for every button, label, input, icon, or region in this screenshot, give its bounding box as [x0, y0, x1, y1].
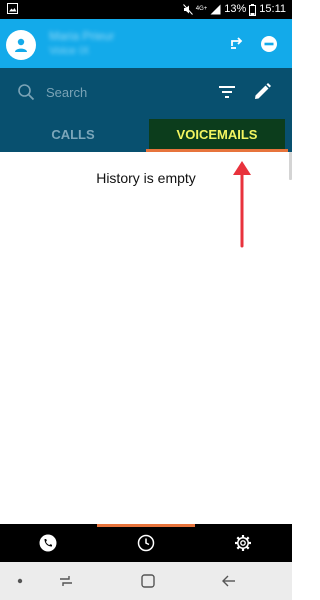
transfer-button[interactable]	[226, 34, 246, 54]
battery-percent: 13%	[224, 3, 247, 15]
tab-voicemails[interactable]: VOICEMAILS	[149, 119, 285, 149]
mute-icon	[182, 4, 193, 15]
network-label: 4G+	[195, 6, 208, 12]
edit-icon[interactable]	[252, 82, 272, 102]
sys-recent-apps-button[interactable]	[56, 571, 76, 591]
app-header: Maria Prieur Voice IX	[0, 19, 292, 68]
settings-icon	[235, 535, 251, 551]
avatar[interactable]	[6, 30, 36, 60]
nav-settings[interactable]	[233, 533, 253, 553]
dnd-button[interactable]	[259, 34, 279, 54]
battery-icon	[249, 3, 257, 16]
user-status: Voice IX	[49, 45, 90, 57]
avatar-icon	[15, 38, 27, 52]
search-icon[interactable]	[17, 83, 35, 101]
sys-home-button[interactable]	[138, 571, 158, 591]
dot-icon	[17, 578, 23, 584]
phone-icon	[39, 534, 57, 552]
home-icon	[141, 574, 155, 588]
search-input[interactable]	[46, 81, 196, 103]
user-info: Maria Prieur Voice IX	[49, 29, 139, 61]
dnd-icon	[261, 36, 277, 52]
annotation-arrow	[233, 161, 251, 248]
search-bar	[0, 68, 292, 116]
nav-history[interactable]	[136, 533, 156, 553]
history-icon	[137, 534, 155, 552]
tab-calls[interactable]: CALLS	[0, 116, 146, 152]
phone-screen: 4G+ 13% 15:11 Maria Prieur Voice IX Sear…	[0, 0, 292, 600]
sys-back-button[interactable]	[219, 571, 239, 591]
system-navigation-bar	[0, 562, 292, 600]
nav-phone[interactable]	[38, 533, 58, 553]
tab-bar: CALLS VOICEMAILS	[0, 116, 292, 152]
signal-icon	[210, 4, 221, 15]
active-tab-indicator	[146, 149, 288, 152]
bottom-navigation	[0, 524, 292, 562]
recent-apps-icon	[60, 576, 72, 586]
image-notification-icon	[7, 3, 18, 14]
clock: 15:11	[259, 3, 286, 15]
transfer-icon	[231, 37, 243, 49]
status-bar: 4G+ 13% 15:11	[0, 0, 292, 19]
status-indicators: 4G+ 13% 15:11	[182, 3, 286, 16]
sys-dot-button[interactable]	[10, 571, 30, 591]
filter-icon[interactable]	[218, 84, 236, 100]
back-icon	[222, 575, 235, 587]
user-name: Maria Prieur	[49, 29, 115, 43]
bottom-nav-indicator	[97, 524, 195, 527]
